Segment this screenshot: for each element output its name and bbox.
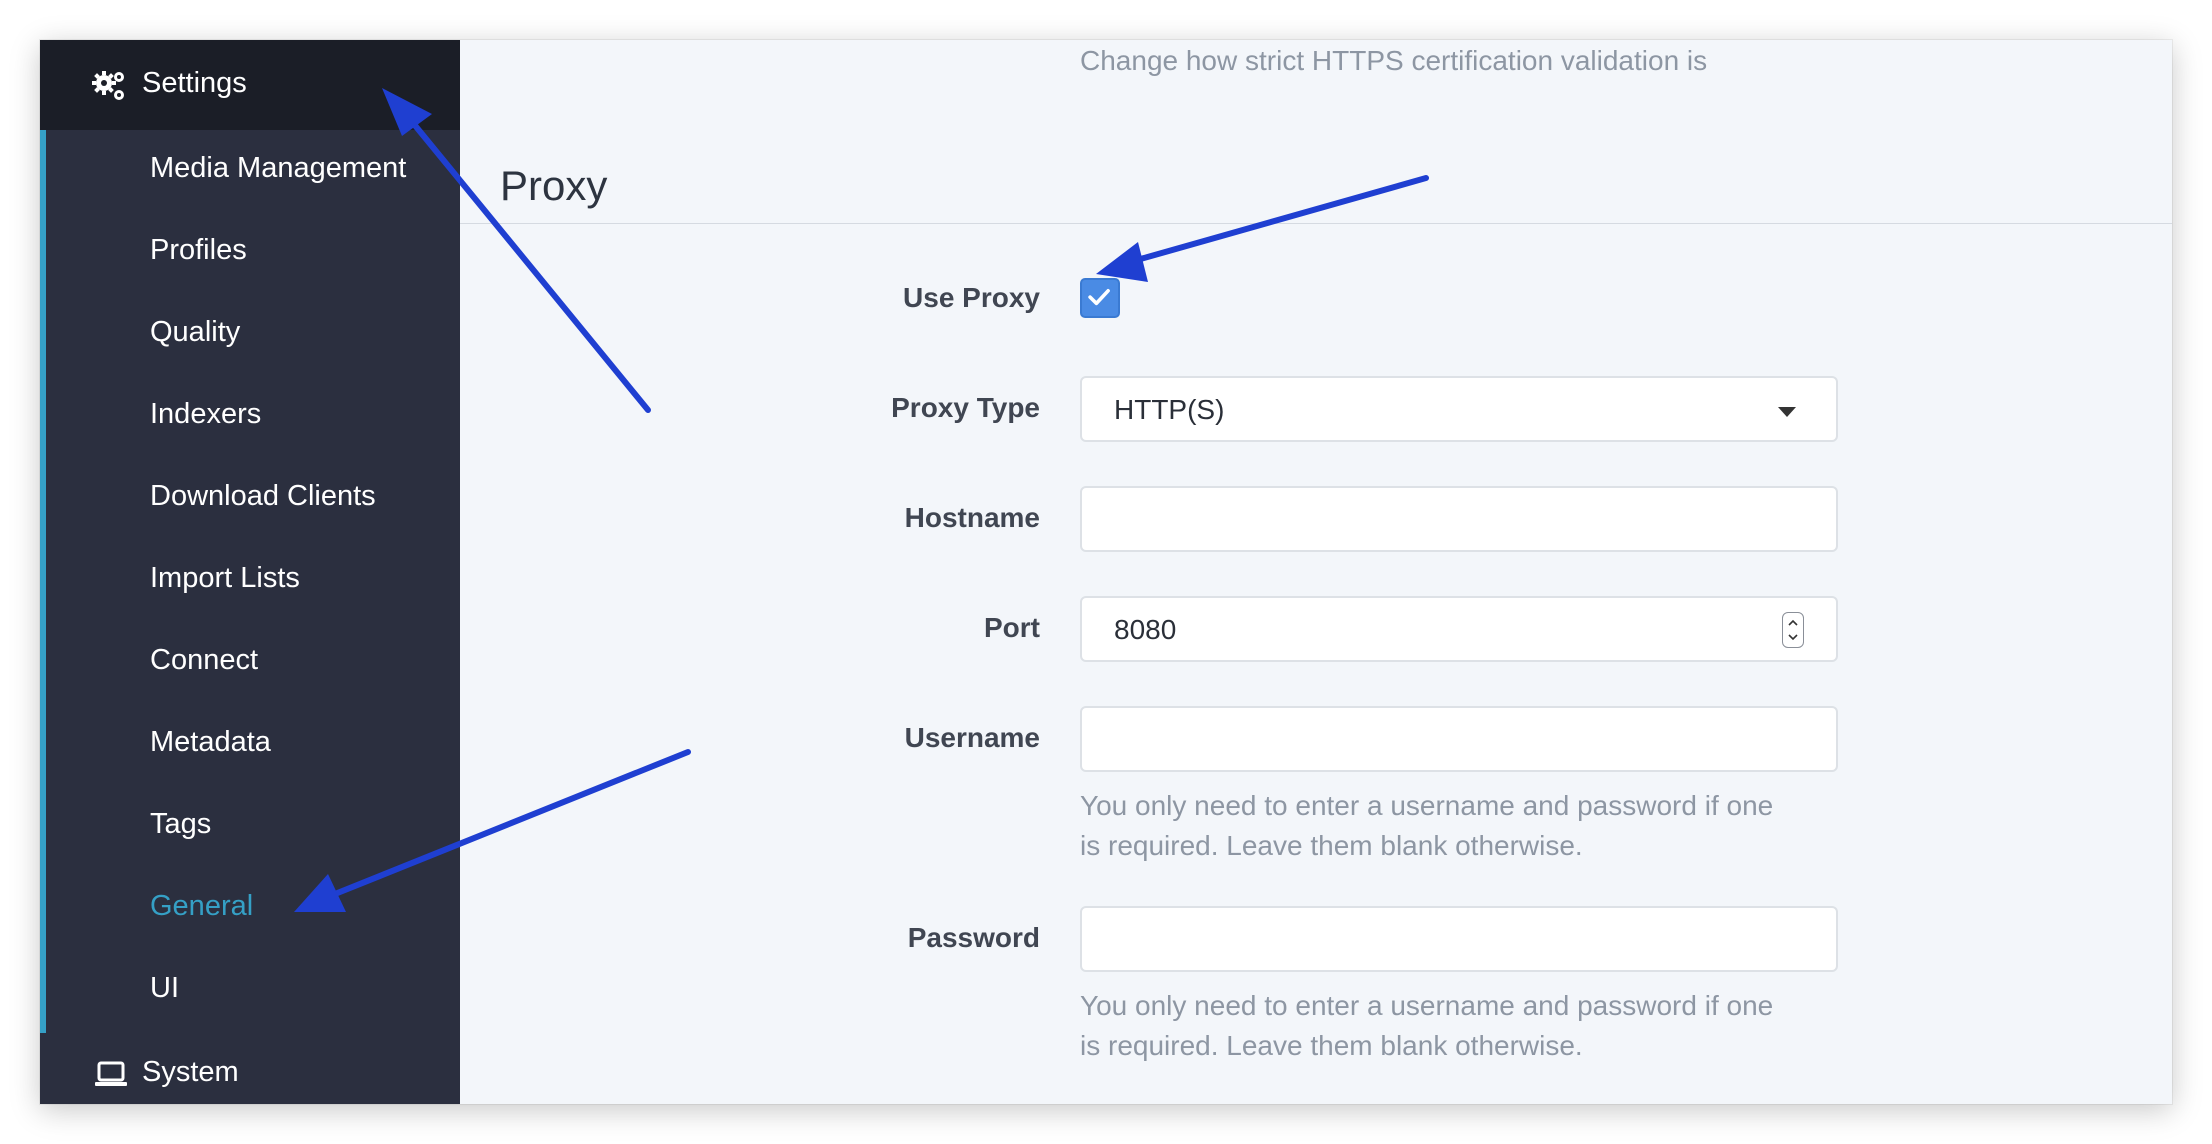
username-help: You only need to enter a username and pa… [1080, 786, 1840, 866]
sidebar-system-label: System [142, 1056, 239, 1088]
password-label: Password [907, 922, 1040, 953]
proxy-type-value: HTTP(S) [1114, 394, 1225, 425]
check-icon [1088, 289, 1110, 306]
sidebar-item-tags[interactable]: Tags [150, 806, 211, 842]
sidebar-item-profiles[interactable]: Profiles [150, 232, 247, 268]
password-help-line2: is required. Leave them blank otherwise. [1080, 1030, 1583, 1061]
certificate-validation-help: Change how strict HTTPS certification va… [1080, 45, 1708, 76]
sidebar-item-download-clients[interactable]: Download Clients [150, 478, 376, 514]
sidebar: Settings Media Management Profiles Quali… [40, 40, 460, 1104]
settings-content: Change how strict HTTPS certification va… [460, 40, 2172, 1104]
app-window: Settings Media Management Profiles Quali… [40, 40, 2172, 1104]
sidebar-settings-label: Settings [142, 67, 247, 99]
port-label: Port [984, 612, 1040, 643]
sidebar-item-general[interactable]: General [150, 888, 253, 924]
proxy-type-select[interactable]: HTTP(S) [1080, 376, 1838, 442]
password-help-line1: You only need to enter a username and pa… [1080, 990, 1774, 1021]
username-help-line1: You only need to enter a username and pa… [1080, 790, 1774, 821]
username-help-line2: is required. Leave them blank otherwise. [1080, 830, 1583, 861]
hostname-label: Hostname [904, 502, 1040, 533]
section-divider [460, 223, 2172, 224]
sidebar-accent-bar [40, 40, 46, 1033]
hostname-input[interactable] [1080, 486, 1838, 552]
laptop-icon [95, 1061, 127, 1086]
port-value: 8080 [1114, 614, 1177, 645]
sidebar-item-indexers[interactable]: Indexers [150, 396, 261, 432]
sidebar-item-quality[interactable]: Quality [150, 314, 240, 350]
caret-down-icon [1778, 407, 1796, 417]
sidebar-item-ui[interactable]: UI [150, 970, 179, 1006]
gears-icon [92, 71, 124, 100]
password-input[interactable] [1080, 906, 1838, 972]
sidebar-item-metadata[interactable]: Metadata [150, 724, 271, 760]
password-help: You only need to enter a username and pa… [1080, 986, 1840, 1066]
sidebar-item-connect[interactable]: Connect [150, 642, 258, 678]
port-input[interactable]: 8080 [1080, 596, 1838, 662]
use-proxy-label: Use Proxy [903, 282, 1040, 313]
sidebar-item-settings[interactable]: Settings [40, 40, 460, 130]
sidebar-item-media-management[interactable]: Media Management [150, 150, 406, 186]
sidebar-item-system[interactable]: System [40, 1046, 460, 1104]
proxy-type-label: Proxy Type [891, 392, 1040, 423]
use-proxy-checkbox[interactable] [1080, 278, 1120, 318]
section-title-proxy: Proxy [500, 162, 608, 209]
spinner-arrows-icon[interactable] [1782, 612, 1804, 648]
username-input[interactable] [1080, 706, 1838, 772]
sidebar-item-import-lists[interactable]: Import Lists [150, 560, 300, 596]
username-label: Username [904, 722, 1040, 753]
